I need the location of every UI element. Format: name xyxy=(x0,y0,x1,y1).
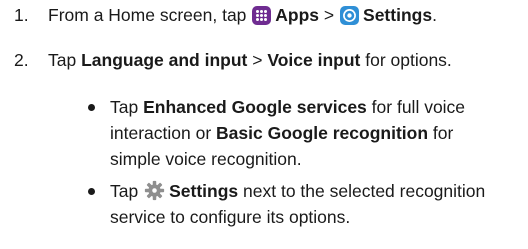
step-number: 1. xyxy=(14,5,29,25)
settings-label: Settings xyxy=(169,181,239,201)
bullet-dot xyxy=(88,104,95,111)
settings-icon xyxy=(340,6,360,25)
bullet-text: Tap Settings next to the selected recogn… xyxy=(110,180,486,227)
settings-label: Settings xyxy=(363,5,433,25)
language-and-input-label: Language and input xyxy=(81,50,248,70)
apps-icon xyxy=(252,6,272,25)
gear-icon xyxy=(144,180,165,201)
step-text: From a Home screen, tap Apps > Settings. xyxy=(48,5,437,25)
path-separator: > xyxy=(252,50,263,70)
enhanced-google-services-label: Enhanced Google services xyxy=(143,97,367,117)
voice-input-label: Voice input xyxy=(267,50,361,70)
bullet-dot xyxy=(88,188,95,195)
basic-google-recognition-label: Basic Google recognition xyxy=(216,123,429,143)
apps-label: Apps xyxy=(275,5,320,25)
step-text: Tap Language and input > Voice input for… xyxy=(48,50,452,70)
step-number: 2. xyxy=(14,50,29,70)
bullet-text: Tap Enhanced Google services for full vo… xyxy=(110,97,466,169)
instructions-document: 1. From a Home screen, tap Apps > Settin… xyxy=(0,0,528,249)
path-separator: > xyxy=(323,5,335,25)
